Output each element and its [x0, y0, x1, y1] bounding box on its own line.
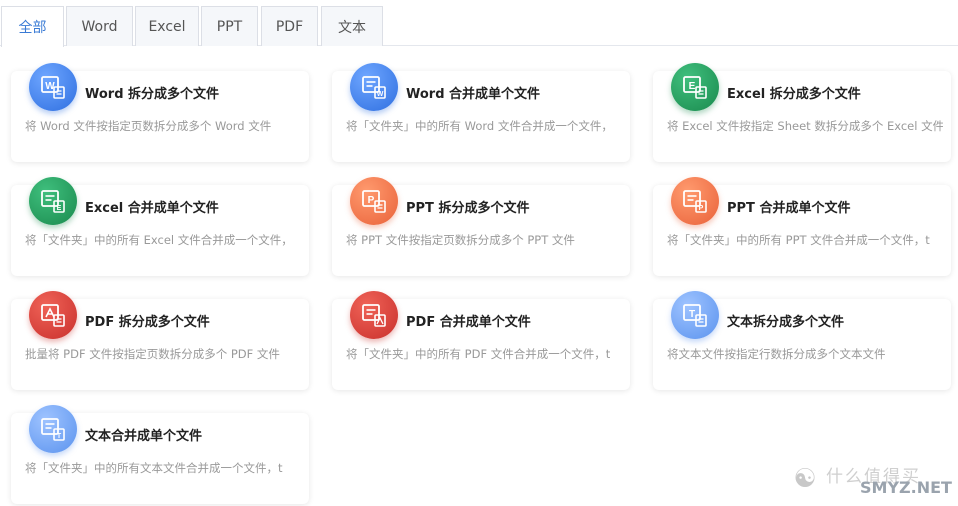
- card-title: Word 拆分成多个文件: [85, 87, 220, 102]
- card-description: 将 Word 文件按指定页数拆分成多个 Word 文件: [25, 119, 272, 133]
- tab-word[interactable]: Word: [66, 6, 133, 46]
- card-title: PDF 合并成单个文件: [406, 315, 531, 330]
- tab-text[interactable]: 文本: [321, 6, 383, 46]
- tab-ppt[interactable]: PPT: [201, 6, 258, 46]
- pdf-merge-icon: [350, 291, 398, 339]
- word-document-icon: W: [29, 63, 77, 111]
- card-title: Word 合并成单个文件: [406, 87, 541, 102]
- pdf-document-icon: [29, 291, 77, 339]
- svg-text:E: E: [689, 81, 696, 92]
- card-description: 批量将 PDF 文件按指定页数拆分成多个 PDF 文件: [25, 347, 280, 361]
- ppt-merge-icon: P: [671, 177, 719, 225]
- word-merge-icon: W: [350, 63, 398, 111]
- card-description: 将 Excel 文件按指定 Sheet 数拆分成多个 Excel 文件: [667, 119, 943, 133]
- tab-excel[interactable]: Excel: [135, 6, 199, 46]
- card-description: 将「文件夹」中的所有 PDF 文件合并成一个文件，t: [346, 347, 611, 361]
- svg-text:T: T: [57, 433, 62, 440]
- tab-all[interactable]: 全部: [1, 6, 64, 47]
- watermark-logo-icon: ☯: [793, 464, 817, 494]
- card-title: Excel 合并成单个文件: [85, 201, 219, 216]
- svg-text:E: E: [57, 205, 62, 212]
- ppt-document-icon: P: [350, 177, 398, 225]
- svg-text:W: W: [377, 91, 384, 98]
- card-description: 将「文件夹」中的所有 Word 文件合并成一个文件，: [346, 119, 613, 133]
- text-merge-icon: T: [29, 405, 77, 453]
- card-description: 将文本文件按指定行数拆分成多个文本文件: [667, 347, 886, 361]
- text-document-icon: T: [671, 291, 719, 339]
- watermark-en-text: SMYZ.NET: [860, 478, 952, 497]
- card-description: 将「文件夹」中的所有文本文件合并成一个文件，t: [25, 461, 283, 475]
- tab-pdf[interactable]: PDF: [261, 6, 318, 46]
- card-title: Excel 拆分成多个文件: [727, 87, 861, 102]
- card-description: 将 PPT 文件按指定页数拆分成多个 PPT 文件: [346, 233, 575, 247]
- card-title: PDF 拆分成多个文件: [85, 315, 210, 330]
- card-description: 将「文件夹」中的所有 PPT 文件合并成一个文件，t: [667, 233, 930, 247]
- tab-bar: 全部 Word Excel PPT PDF 文本: [0, 0, 958, 47]
- card-title: 文本合并成单个文件: [85, 429, 203, 444]
- svg-text:T: T: [689, 309, 695, 320]
- card-title: 文本拆分成多个文件: [727, 315, 845, 330]
- excel-merge-icon: E: [29, 177, 77, 225]
- svg-text:P: P: [368, 195, 375, 206]
- watermark: ☯ 什么值得买 SMYZ.NET: [790, 462, 952, 502]
- card-description: 将「文件夹」中的所有 Excel 文件合并成一个文件，: [25, 233, 293, 247]
- excel-document-icon: E: [671, 63, 719, 111]
- card-title: PPT 拆分成多个文件: [406, 201, 530, 216]
- card-title: PPT 合并成单个文件: [727, 201, 851, 216]
- svg-text:P: P: [699, 205, 704, 212]
